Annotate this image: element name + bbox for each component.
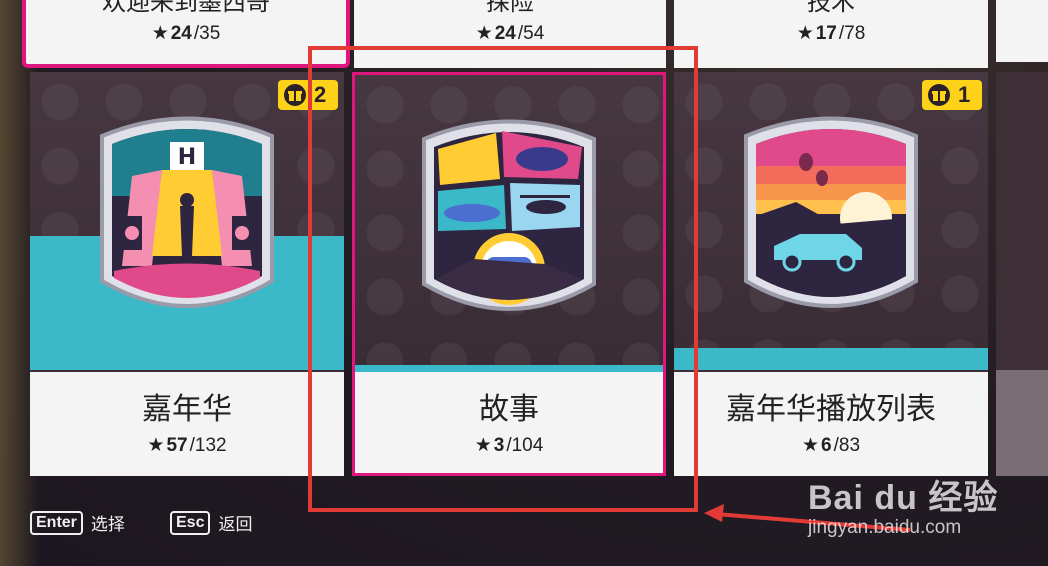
gift-icon — [928, 84, 950, 106]
select-hint-label: 选择 — [90, 515, 125, 535]
star-progress: ★ 24/35 — [151, 22, 221, 45]
esc-key-icon: Esc — [170, 510, 211, 535]
playlist-badge-icon — [744, 116, 918, 308]
star-icon: ★ — [151, 23, 169, 44]
tile-label-area: 嘉年华 ★ 57/132 — [30, 372, 344, 476]
star-progress: ★ 6/83 — [801, 434, 861, 457]
card-title: 欢迎来到墨西哥 — [102, 0, 270, 16]
back-hint[interactable]: Esc 返回 — [170, 510, 252, 535]
gift-reward-badge: 1 — [922, 80, 982, 110]
tile-color-band — [674, 348, 988, 370]
star-icon: ★ — [796, 23, 814, 44]
tile-name: 嘉年华播放列表 — [726, 392, 936, 427]
baidu-logo: Bai du 经验 — [808, 479, 999, 517]
star-icon: ★ — [475, 23, 493, 44]
back-hint-label: 返回 — [218, 515, 253, 535]
category-tile-festival-playlist[interactable]: 1 嘉年华播放列表 ★ 6/83 — [674, 72, 988, 476]
tile-label-area: 嘉年华播放列表 ★ 6/83 — [674, 372, 988, 476]
star-progress: ★ 57/132 — [147, 434, 227, 457]
next-card-edge — [996, 0, 1048, 62]
star-progress: ★ 24/54 — [475, 22, 545, 45]
tile-name: 嘉年华 — [142, 392, 232, 427]
select-hint[interactable]: Enter 选择 — [30, 510, 125, 535]
baidu-watermark: Bai du 经验 jingyan.baidu.com — [808, 470, 998, 539]
category-card-welcome-mexico[interactable]: 欢迎来到墨西哥 ★ 24/35 — [22, 0, 350, 68]
card-title: 技术 — [807, 0, 855, 16]
annotation-highlight-box — [308, 46, 698, 512]
festival-badge-icon: H — [100, 116, 274, 308]
watermark-url: jingyan.baidu.com — [808, 517, 962, 538]
star-icon: ★ — [147, 435, 165, 456]
svg-text:H: H — [178, 145, 196, 170]
star-progress: ★ 17/78 — [796, 22, 866, 45]
category-card-technique[interactable]: 技术 ★ 17/78 — [674, 0, 988, 68]
next-tile-edge — [996, 72, 1048, 476]
enter-key-icon: Enter — [30, 510, 83, 535]
card-title: 探险 — [486, 0, 534, 16]
gift-icon — [284, 84, 306, 106]
star-icon: ★ — [801, 435, 820, 456]
category-tile-festival[interactable]: 2 H 嘉年华 ★ 57/132 — [30, 72, 344, 476]
